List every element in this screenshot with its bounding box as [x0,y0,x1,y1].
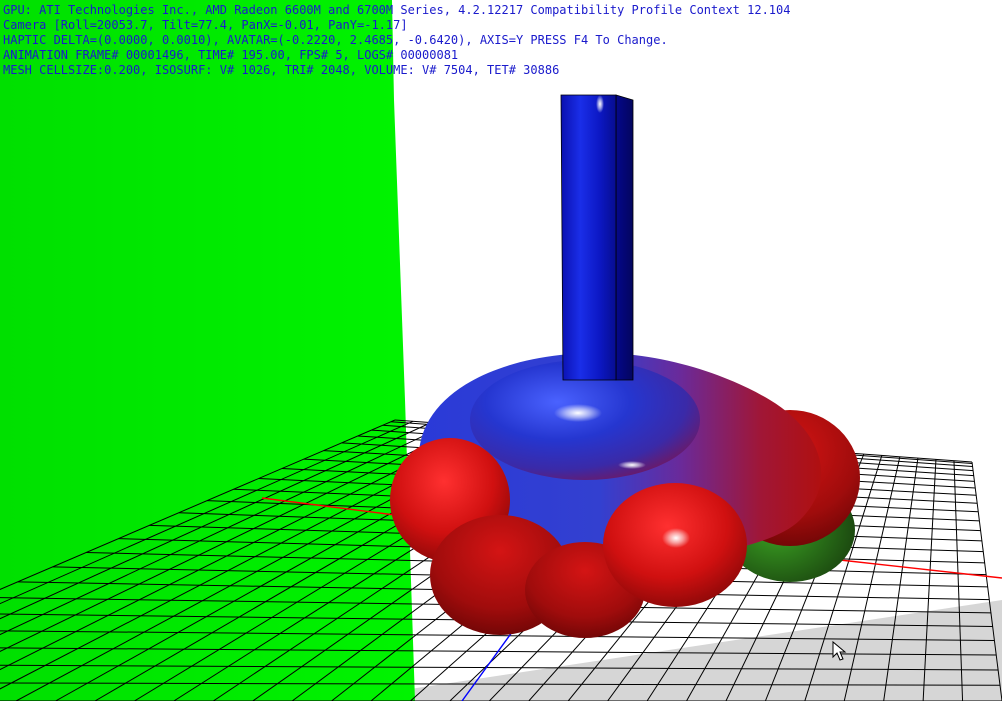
blue-haptic-tool[interactable] [560,94,634,381]
hud-line-1: GPU: ATI Technologies Inc., AMD Radeon 6… [3,3,791,17]
tool-side-face [615,94,634,381]
scene-canvas[interactable] [0,0,1002,702]
mesh-specular-lobe [662,528,690,548]
tool-front-face [560,94,617,381]
opengl-viewport[interactable]: GPU: ATI Technologies Inc., AMD Radeon 6… [0,0,1002,702]
hud-line-2: Camera [Roll=20053.7, Tilt=77.4, PanX=-0… [3,18,408,32]
hud-overlay: GPU: ATI Technologies Inc., AMD Radeon 6… [3,3,790,78]
mesh-specular-mid [618,461,646,469]
tool-specular [596,95,604,113]
green-wall-plane [0,0,415,701]
hud-line-3: HAPTIC DELTA=(0.0000, 0.0010), AVATAR=(-… [3,33,668,47]
hud-line-4: ANIMATION FRAME# 00001496, TIME# 195.00,… [3,48,459,62]
mesh-specular-top [554,404,602,422]
hud-line-5: MESH CELLSIZE:0.200, ISOSURF: V# 1026, T… [3,63,560,77]
